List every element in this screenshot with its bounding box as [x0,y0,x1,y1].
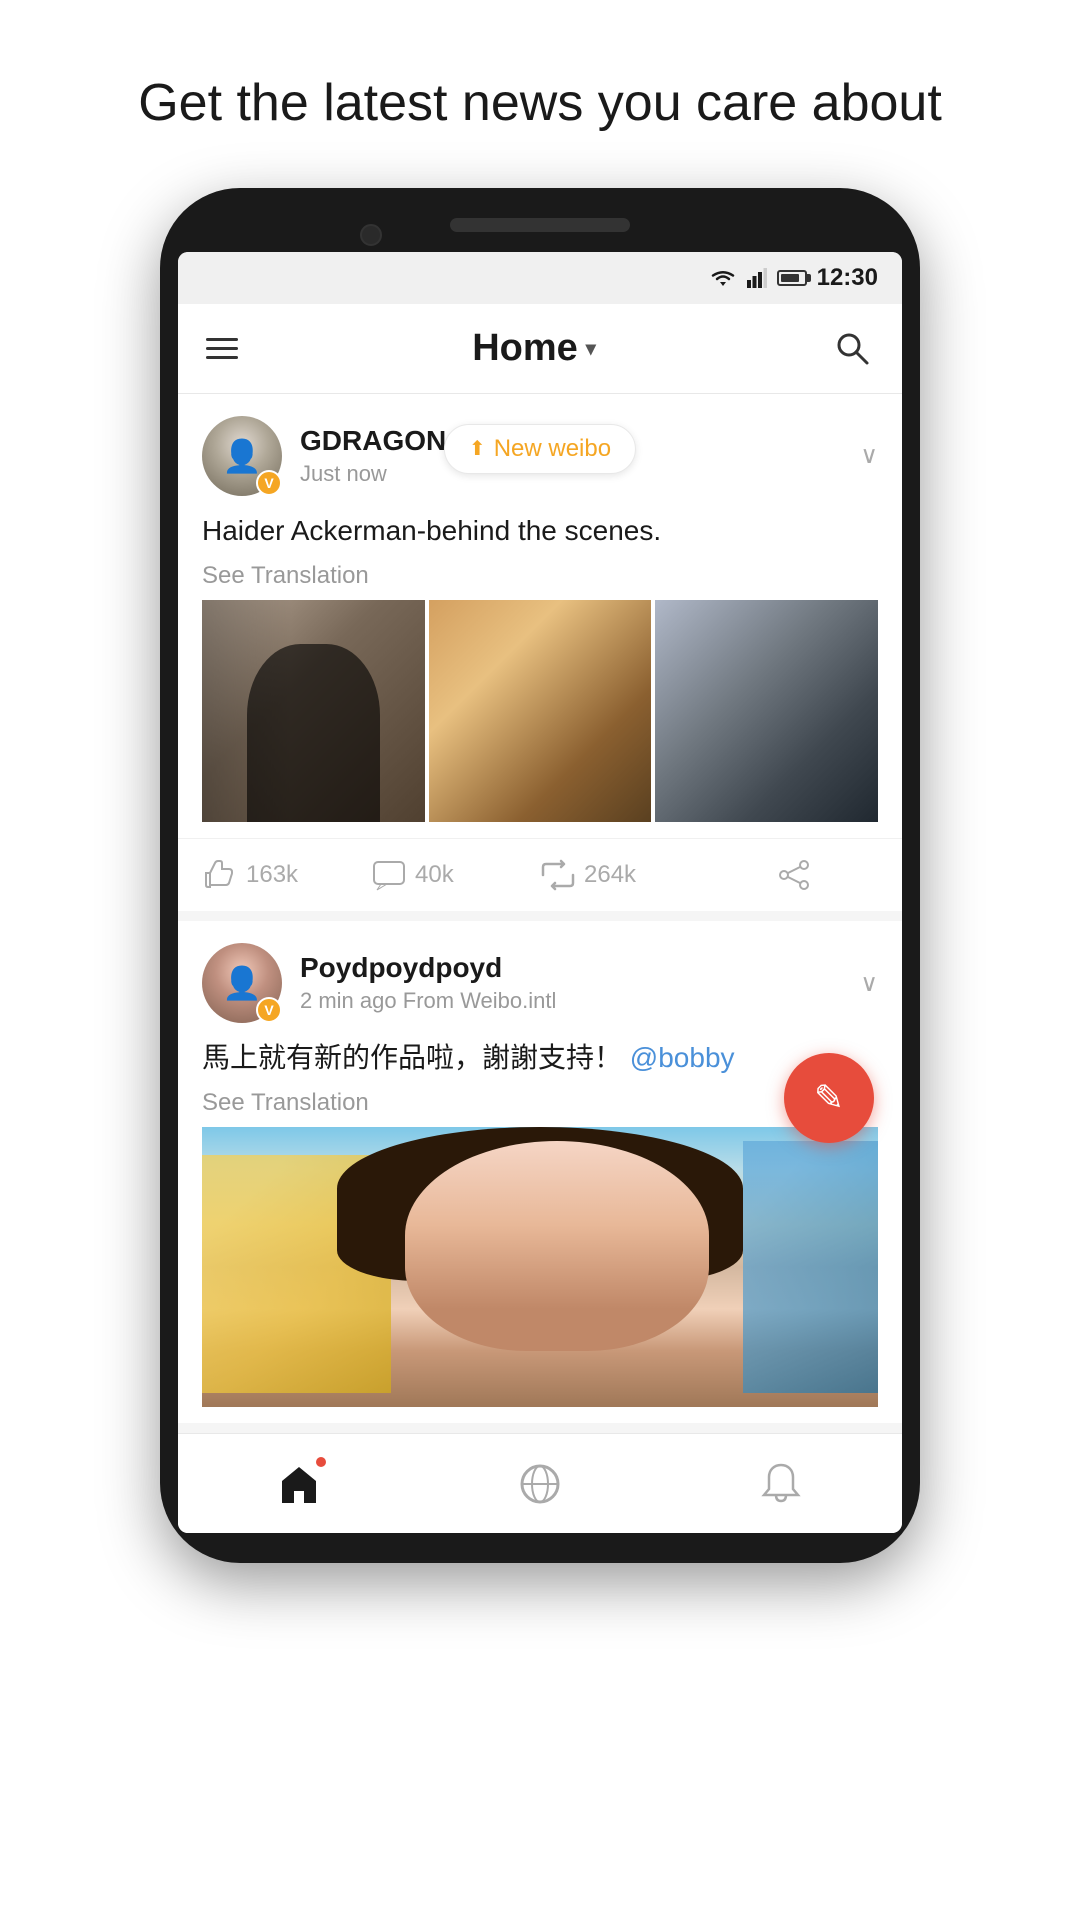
action-bar-1: 163k 40k 264k [178,838,902,911]
comment-button-1[interactable]: 40k [371,857,540,893]
status-icons: 12:30 [709,264,878,292]
search-icon [833,329,871,367]
share-button-1[interactable] [709,857,878,893]
post-time-1: Just now [300,461,387,486]
bottom-nav [178,1433,902,1533]
post-time-2: 2 min ago [300,988,397,1013]
like-button-1[interactable]: 163k [202,857,371,893]
compose-icon: ✎ [814,1077,844,1119]
comment-icon [371,857,407,893]
image-grid-1 [202,600,878,823]
status-time: 12:30 [817,264,878,292]
feed: 👤 V GDRAGON Just now ∨ Haider Acke [178,394,902,1424]
nav-discover[interactable] [515,1459,565,1509]
post-username-2: Poydpoydpoyd [300,952,860,984]
post-mention-2[interactable]: @bobby [630,1042,735,1073]
status-bar: 12:30 [178,252,902,304]
discover-icon [515,1459,565,1509]
grid-image-3[interactable] [655,600,878,823]
vip-badge-2: V [256,997,282,1023]
post-source-2: From Weibo.intl [403,988,557,1013]
comment-count-1: 40k [415,861,454,889]
phone-shell: 12:30 Home ▾ ⬆ [160,188,920,1564]
compose-fab[interactable]: ✎ [784,1053,874,1143]
phone-camera [360,224,382,246]
menu-button[interactable] [206,338,238,359]
see-translation-2[interactable]: See Translation [202,1089,878,1117]
grid-image-1[interactable] [202,600,425,823]
post-chevron-2[interactable]: ∨ [860,969,878,998]
like-icon [202,857,238,893]
search-button[interactable] [830,326,874,370]
title-text: Home [472,327,578,370]
post-text-1: Haider Ackerman-behind the scenes. [202,510,878,552]
wifi-icon [709,268,737,288]
post-card-poyd: 👤 V Poydpoydpoyd 2 min ago From Weibo.in… [178,921,902,1423]
signal-icon [747,268,767,288]
nav-home[interactable] [274,1459,324,1509]
nav-home-dot [316,1457,326,1467]
avatar-wrap-1: 👤 V [202,416,282,496]
bell-icon [756,1459,806,1509]
battery-icon [777,270,807,286]
header-title[interactable]: Home ▾ [472,327,596,370]
retweet-button-1[interactable]: 264k [540,857,709,893]
avatar-wrap-2: 👤 V [202,943,282,1023]
post-image-2[interactable] [202,1127,878,1407]
post-meta-2: 2 min ago From Weibo.intl [300,988,860,1014]
page-headline: Get the latest news you care about [78,0,1002,188]
share-icon [776,857,812,893]
title-chevron: ▾ [586,336,596,361]
grid-image-2[interactable] [429,600,652,823]
post-header-2: 👤 V Poydpoydpoyd 2 min ago From Weibo.in… [178,921,902,1037]
home-icon [274,1459,324,1509]
nav-notifications[interactable] [756,1459,806,1509]
phone-speaker [450,218,630,232]
like-count-1: 163k [246,861,298,889]
post-user-info-2: Poydpoydpoyd 2 min ago From Weibo.intl [300,952,860,1014]
post-content-1: Haider Ackerman-behind the scenes. See T… [178,510,902,839]
arrow-up-icon: ⬆ [469,436,486,461]
vip-badge-1: V [256,470,282,496]
new-weibo-badge[interactable]: ⬆ New weibo [444,424,636,474]
post-chevron-1[interactable]: ∨ [860,441,878,470]
app-header: Home ▾ [178,304,902,394]
retweet-count-1: 264k [584,861,636,889]
new-weibo-label: New weibo [494,435,611,463]
phone-screen: 12:30 Home ▾ ⬆ [178,252,902,1534]
retweet-icon [540,857,576,893]
see-translation-1[interactable]: See Translation [202,562,878,590]
post-text-2: 馬上就有新的作品啦，謝謝支持！ @bobby [202,1037,878,1079]
